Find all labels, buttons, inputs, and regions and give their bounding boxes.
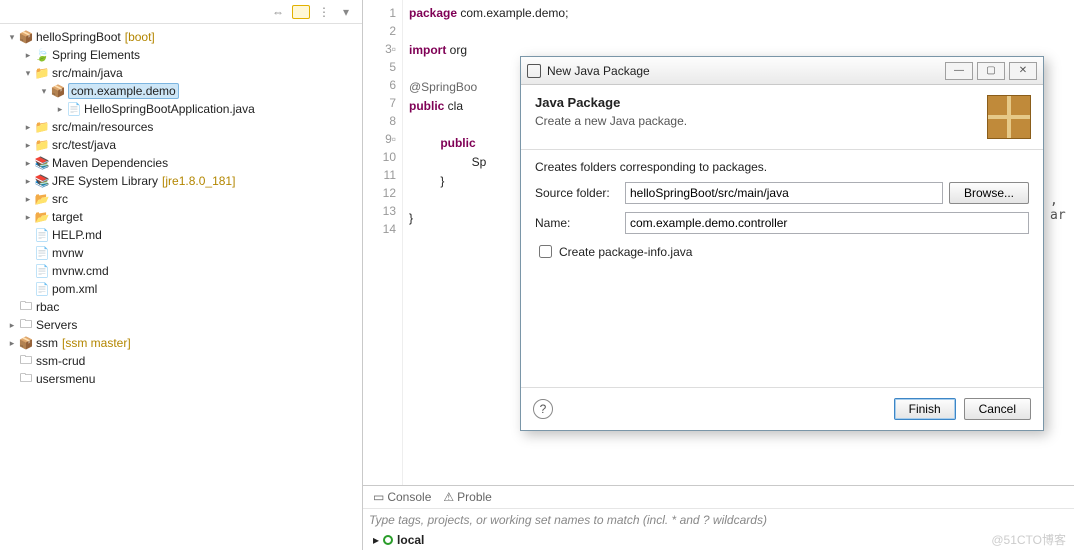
collapse-icon[interactable]: ⇔: [270, 5, 286, 19]
bottom-panel: ▭Console ⚠Proble Type tags, projects, or…: [363, 485, 1074, 550]
project-icon: 📦: [18, 336, 34, 350]
tab-console[interactable]: ▭Console: [369, 489, 435, 505]
package-icon: 📦: [50, 84, 66, 98]
spring-icon: 🍃: [34, 48, 50, 62]
tree-item[interactable]: 📄mvnw: [6, 244, 362, 262]
project-icon: 🗀: [18, 315, 34, 336]
problems-icon: ⚠: [443, 490, 454, 504]
package-presentation-icon[interactable]: [292, 5, 310, 19]
dialog-description: Creates folders corresponding to package…: [535, 160, 1029, 174]
close-button[interactable]: ✕: [1009, 62, 1037, 80]
dialog-subtitle: Create a new Java package.: [535, 114, 987, 128]
dialog-heading: Java Package: [535, 95, 987, 110]
tree-item[interactable]: ▸📂target: [6, 208, 362, 226]
dialog-titlebar[interactable]: New Java Package — ▢ ✕: [521, 57, 1043, 85]
finish-button[interactable]: Finish: [894, 398, 956, 420]
link-editor-icon[interactable]: ⋮: [316, 5, 332, 19]
folder-icon: 📂: [34, 210, 50, 224]
server-local[interactable]: ▸local: [363, 530, 1074, 550]
tree-item[interactable]: ▸📂src: [6, 190, 362, 208]
package-banner-icon: [987, 95, 1031, 139]
tree[interactable]: ▾📦helloSpringBoot[boot] ▸🍃Spring Element…: [0, 24, 362, 550]
tree-item-selected[interactable]: ▾📦com.example.demo: [6, 82, 362, 100]
server-running-icon: [383, 535, 393, 545]
source-folder-label: Source folder:: [535, 186, 619, 200]
dialog-title: New Java Package: [547, 64, 939, 78]
tree-item[interactable]: ▸📁src/main/resources: [6, 118, 362, 136]
library-icon: 📚: [34, 156, 50, 170]
source-folder-icon: 📁: [34, 66, 50, 80]
file-icon: 📄: [34, 246, 50, 260]
view-menu-icon[interactable]: ▾: [338, 5, 354, 19]
name-label: Name:: [535, 216, 619, 230]
source-folder-input[interactable]: [625, 182, 943, 204]
file-icon: 📄: [34, 228, 50, 242]
folder-icon: 📂: [34, 192, 50, 206]
tree-item[interactable]: ▸📚Maven Dependencies: [6, 154, 362, 172]
explorer-toolbar: ⇔ ⋮ ▾: [0, 0, 362, 24]
xml-file-icon: 📄: [34, 282, 50, 296]
browse-button[interactable]: Browse...: [949, 182, 1029, 204]
tree-item[interactable]: ▸🍃Spring Elements: [6, 46, 362, 64]
source-folder-icon: 📁: [34, 138, 50, 152]
tree-item[interactable]: ▸📄HelloSpringBootApplication.java: [6, 100, 362, 118]
library-icon: 📚: [34, 174, 50, 188]
filter-placeholder[interactable]: Type tags, projects, or working set name…: [369, 513, 767, 527]
closed-project-icon: 🗀: [18, 369, 34, 390]
package-info-checkbox[interactable]: [539, 245, 552, 258]
tree-project[interactable]: 🗀ssm-crud: [6, 352, 362, 370]
cancel-button[interactable]: Cancel: [964, 398, 1031, 420]
tree-project[interactable]: 🗀usersmenu: [6, 370, 362, 388]
tree-project[interactable]: ▾📦helloSpringBoot[boot]: [6, 28, 362, 46]
clipped-code: , ar: [1050, 193, 1074, 223]
project-explorer: ⇔ ⋮ ▾ ▾📦helloSpringBoot[boot] ▸🍃Spring E…: [0, 0, 363, 550]
tree-project[interactable]: ▸📦ssm[ssm master]: [6, 334, 362, 352]
name-input[interactable]: [625, 212, 1029, 234]
new-package-dialog: New Java Package — ▢ ✕ Java Package Crea…: [520, 56, 1044, 431]
line-numbers: 123▫56789▫1011121314: [363, 0, 403, 485]
boot-project-icon: 📦: [18, 30, 34, 44]
minimize-button[interactable]: —: [945, 62, 973, 80]
tree-item[interactable]: 📄HELP.md: [6, 226, 362, 244]
tree-item[interactable]: 📄pom.xml: [6, 280, 362, 298]
help-button[interactable]: ?: [533, 399, 553, 419]
tree-item[interactable]: 📄mvnw.cmd: [6, 262, 362, 280]
tree-item[interactable]: ▾📁src/main/java: [6, 64, 362, 82]
tree-project[interactable]: ▸🗀Servers: [6, 316, 362, 334]
watermark: @51CTO博客: [991, 531, 1066, 548]
console-icon: ▭: [373, 490, 384, 504]
java-file-icon: 📄: [66, 102, 82, 116]
package-info-label: Create package-info.java: [559, 245, 692, 259]
tree-item[interactable]: ▸📁src/test/java: [6, 136, 362, 154]
source-folder-icon: 📁: [34, 120, 50, 134]
tab-problems[interactable]: ⚠Proble: [439, 489, 495, 505]
dialog-icon: [527, 64, 541, 78]
tree-item[interactable]: ▸📚JRE System Library[jre1.8.0_181]: [6, 172, 362, 190]
file-icon: 📄: [34, 264, 50, 278]
maximize-button[interactable]: ▢: [977, 62, 1005, 80]
tree-project[interactable]: 🗀rbac: [6, 298, 362, 316]
